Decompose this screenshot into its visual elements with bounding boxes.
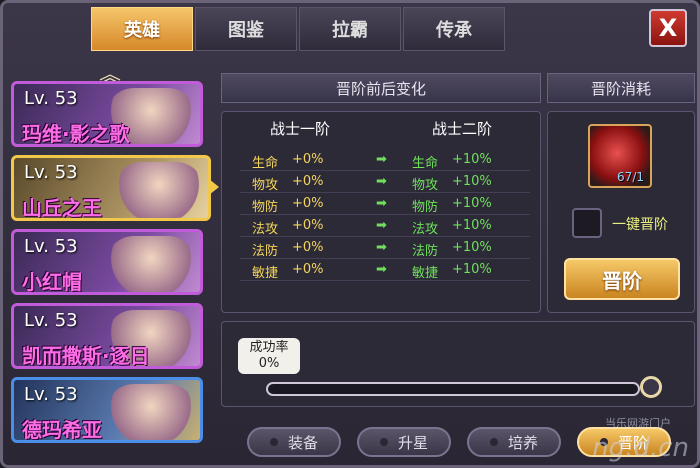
watermark-subtext: 当乐网游门户 [605,417,671,430]
stat-name-before: 生命 [252,156,279,171]
hero-level: Lv. 53 [24,310,78,331]
tab-codex[interactable]: 图鉴 [195,7,297,51]
hero-name: 玛维·影之歌 [22,122,130,146]
hero-card[interactable]: Lv. 53 玛维·影之歌 [11,81,203,147]
success-rate-bar [266,382,640,396]
dot-icon [379,438,388,446]
arrow-right-icon: ➡ [376,240,387,255]
button-label: 培养 [507,433,538,452]
stat-name-before: 法防 [252,244,279,259]
stat-row: 法攻 +0% ➡ 法攻 +10% [240,216,530,237]
scroll-up-icon[interactable]: ︽ [95,63,125,88]
stat-name-before: 物攻 [252,178,279,193]
tab-inherit[interactable]: 传承 [403,7,505,51]
arrow-right-icon: ➡ [376,218,387,233]
hero-level: Lv. 53 [24,88,78,109]
button-label: 升星 [397,433,428,452]
stat-row: 生命 +0% ➡ 生命 +10% [240,150,530,171]
hero-portrait [114,162,204,218]
star-up-button[interactable]: 升星 [357,427,451,457]
arrow-right-icon: ➡ [376,152,387,167]
magnifier-icon[interactable] [640,376,662,398]
stat-name-after: 物防 [412,200,439,215]
gem-count: 67/1 [617,170,644,184]
stat-name-after: 生命 [412,156,439,171]
game-window: 英雄 图鉴 拉霸 传承 X ︽ ︾ Lv. 53 玛维·影之歌 Lv. 53 山… [0,0,700,468]
stat-value-before: +0% [292,152,324,167]
stat-name-before: 法攻 [252,222,279,237]
stat-value-before: +0% [292,262,324,277]
close-button[interactable]: X [649,9,687,47]
hero-card[interactable]: Lv. 53 小红帽 [11,229,203,295]
stat-name-after: 敏捷 [412,266,439,281]
hero-name: 山丘之王 [22,196,102,220]
arrow-right-icon: ➡ [376,174,387,189]
success-rate-bubble: 成功率 0% [238,338,300,374]
hero-level: Lv. 53 [24,384,78,405]
selection-pointer-icon [209,179,219,195]
tab-slots[interactable]: 拉霸 [299,7,401,51]
after-title: 战士二阶 [432,120,493,138]
stat-name-before: 物防 [252,200,279,215]
stat-row: 物防 +0% ➡ 物防 +10% [240,194,530,215]
hero-name: 凯而撒斯·逐日 [22,344,150,368]
stat-value-before: +0% [292,196,324,211]
stat-value-after: +10% [452,218,492,233]
stat-value-after: +10% [452,262,492,277]
cost-panel: 67/1 一键晋阶 晋阶 [547,111,695,313]
stat-value-after: +10% [452,196,492,211]
success-rate-value: 0% [258,356,280,371]
before-title: 战士一阶 [270,120,331,138]
equip-button[interactable]: 装备 [247,427,341,457]
hero-card-selected[interactable]: Lv. 53 山丘之王 [11,155,211,221]
dot-icon [269,438,278,446]
stat-value-after: +10% [452,174,492,189]
hero-name: 德玛希亚 [22,418,102,442]
watermark: ng.d.cn [592,433,689,463]
stat-row: 敏捷 +0% ➡ 敏捷 +10% [240,260,530,281]
tab-bar: 英雄 图鉴 拉霸 传承 [91,7,507,51]
advance-button[interactable]: 晋阶 [564,258,680,300]
stat-row: 法防 +0% ➡ 法防 +10% [240,238,530,259]
auto-advance-checkbox[interactable] [572,208,602,238]
stat-name-after: 法防 [412,244,439,259]
stat-name-before: 敏捷 [252,266,279,281]
stat-name-after: 物攻 [412,178,439,193]
hero-name: 小红帽 [22,270,82,294]
stat-value-before: +0% [292,218,324,233]
gem-item-icon[interactable]: 67/1 [588,124,652,188]
hero-list: Lv. 53 玛维·影之歌 Lv. 53 山丘之王 Lv. 53 小红帽 Lv.… [11,81,211,451]
arrow-right-icon: ➡ [376,196,387,211]
hero-portrait [106,384,196,440]
stat-name-after: 法攻 [412,222,439,237]
cost-header: 晋阶消耗 [547,73,695,103]
stat-value-after: +10% [452,152,492,167]
hero-level: Lv. 53 [24,236,78,257]
stat-value-after: +10% [452,240,492,255]
hero-level: Lv. 53 [24,162,78,183]
change-header: 晋阶前后变化 [221,73,541,103]
train-button[interactable]: 培养 [467,427,561,457]
success-rate-label: 成功率 [249,340,289,355]
button-label: 装备 [287,433,318,452]
stat-comparison-panel: 战士一阶 战士二阶 生命 +0% ➡ 生命 +10% 物攻 +0% ➡ 物攻 +… [221,111,541,313]
success-rate-panel: 成功率 0% [221,321,695,407]
tab-heroes[interactable]: 英雄 [91,7,193,51]
stat-row: 物攻 +0% ➡ 物攻 +10% [240,172,530,193]
stat-value-before: +0% [292,174,324,189]
arrow-right-icon: ➡ [376,262,387,277]
stat-value-before: +0% [292,240,324,255]
hero-portrait [106,236,196,292]
hero-card[interactable]: Lv. 53 德玛希亚 [11,377,203,443]
auto-advance-label: 一键晋阶 [612,217,668,233]
dot-icon [489,438,498,446]
hero-card[interactable]: Lv. 53 凯而撒斯·逐日 [11,303,203,369]
